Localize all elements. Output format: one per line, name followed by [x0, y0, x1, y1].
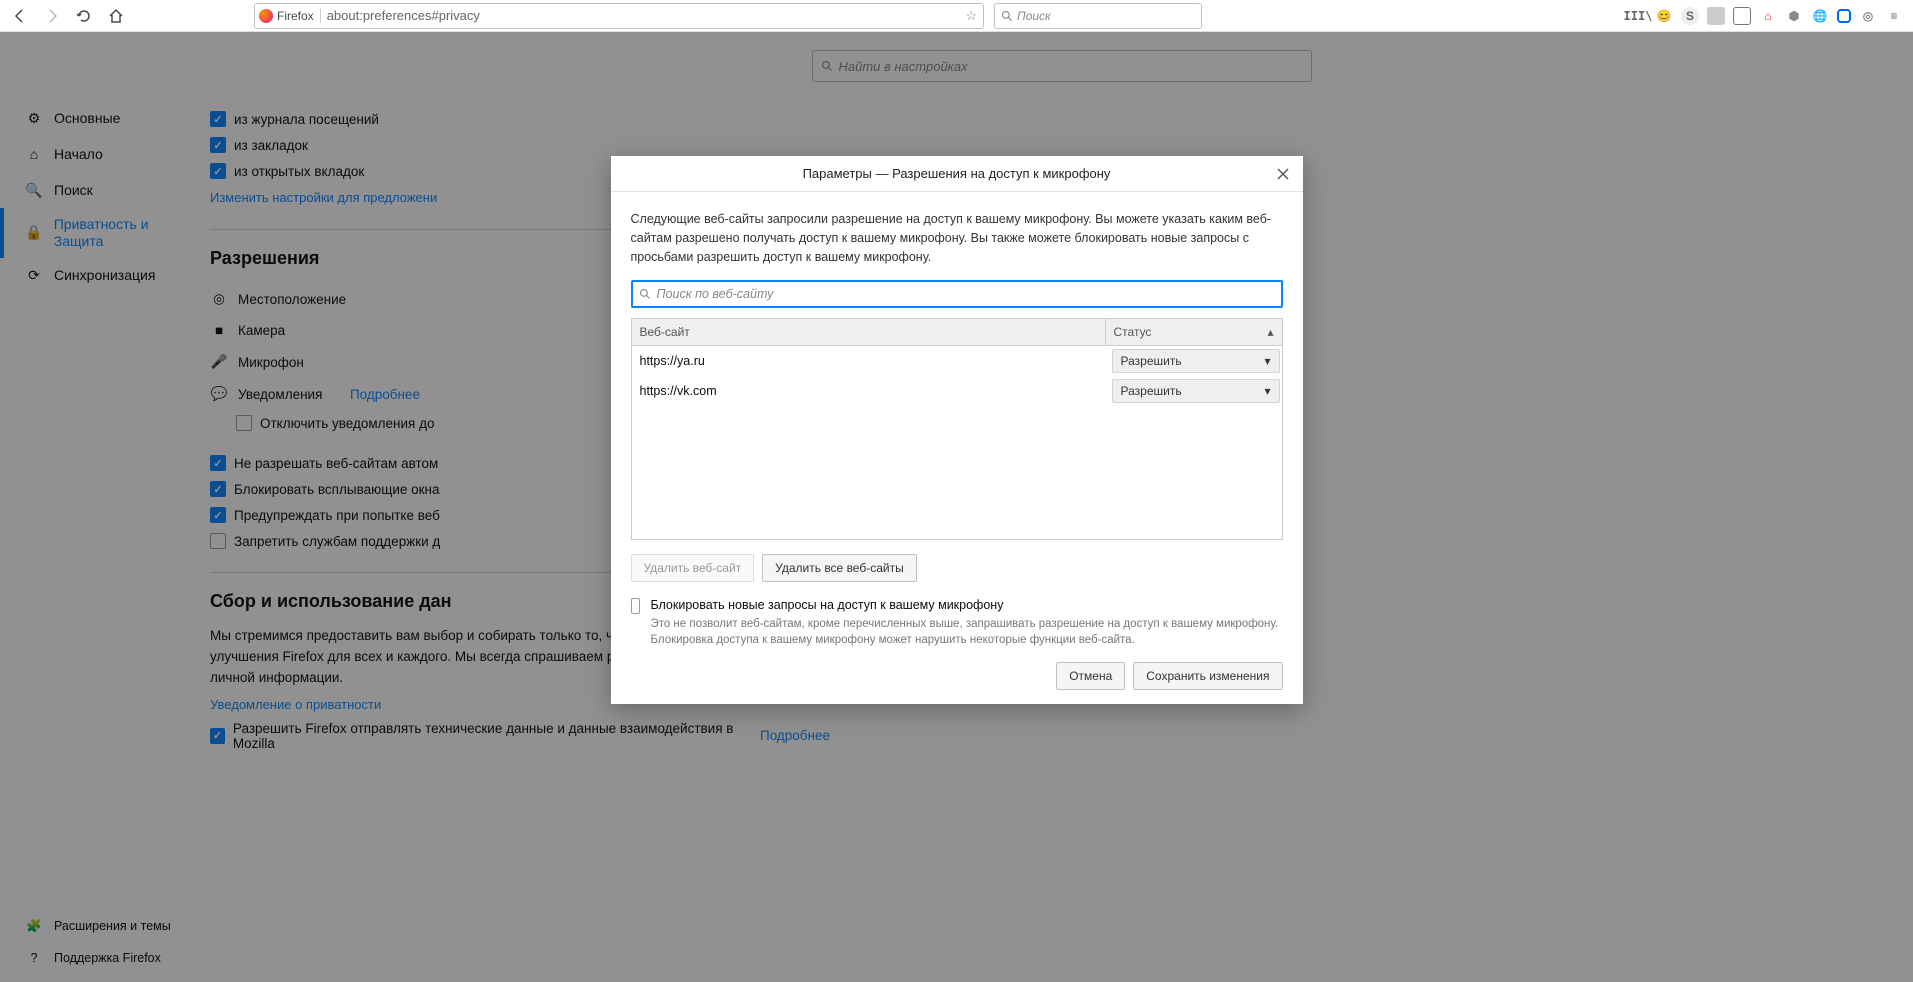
col-status[interactable]: Статус ▴: [1106, 319, 1282, 345]
block-new-desc: Это не позволит веб-сайтам, кроме перечи…: [650, 616, 1282, 648]
remove-all-sites-button[interactable]: Удалить все веб-сайты: [762, 554, 917, 582]
identity-label: Firefox: [277, 9, 314, 23]
site-search-input[interactable]: Поиск по веб-сайту: [631, 280, 1283, 308]
ext-icon-1[interactable]: 😊: [1655, 7, 1673, 25]
ext-icon-3[interactable]: [1707, 7, 1725, 25]
close-icon: [1277, 168, 1289, 180]
search-icon: [1001, 10, 1013, 22]
ext-icon-4[interactable]: ⌂: [1759, 7, 1777, 25]
ext-icon-6[interactable]: 🌐: [1811, 7, 1829, 25]
firefox-icon: [259, 9, 273, 23]
url-bar[interactable]: Firefox about:preferences#privacy ☆: [254, 3, 984, 29]
reload-button[interactable]: [70, 2, 98, 30]
dialog-title: Параметры — Разрешения на доступ к микро…: [803, 166, 1111, 181]
search-icon: [639, 288, 651, 300]
microphone-permissions-dialog: Параметры — Разрешения на доступ к микро…: [611, 156, 1303, 704]
status-value: Разрешить: [1121, 384, 1182, 398]
close-button[interactable]: [1271, 162, 1295, 186]
table-row[interactable]: https://ya.ru Разрешить ▾: [632, 346, 1282, 376]
col-status-label: Статус: [1114, 325, 1152, 339]
button-label: Удалить веб-сайт: [644, 561, 742, 575]
dialog-description: Следующие веб-сайты запросили разрешение…: [631, 210, 1283, 266]
col-site[interactable]: Веб-сайт: [632, 319, 1106, 345]
sidebar-icon[interactable]: [1733, 7, 1751, 25]
ext-icon-5[interactable]: ⬢: [1785, 7, 1803, 25]
permissions-table: Веб-сайт Статус ▴ https://ya.ru Разрешит…: [631, 318, 1283, 540]
forward-button[interactable]: [38, 2, 66, 30]
library-icon[interactable]: III\: [1629, 7, 1647, 25]
browser-toolbar: Firefox about:preferences#privacy ☆ Поис…: [0, 0, 1913, 32]
button-label: Отмена: [1069, 669, 1112, 683]
dialog-titlebar: Параметры — Разрешения на доступ к микро…: [611, 156, 1303, 192]
url-text: about:preferences#privacy: [321, 8, 480, 23]
hamburger-menu-icon[interactable]: ≡: [1885, 7, 1903, 25]
site-cell: https://vk.com: [632, 384, 1106, 398]
back-button[interactable]: [6, 2, 34, 30]
home-button[interactable]: [102, 2, 130, 30]
status-select[interactable]: Разрешить ▾: [1112, 349, 1280, 373]
site-identity[interactable]: Firefox: [259, 9, 321, 23]
chevron-down-icon: ▾: [1264, 384, 1270, 398]
chevron-down-icon: ▾: [1264, 354, 1270, 368]
status-value: Разрешить: [1121, 354, 1182, 368]
table-header: Веб-сайт Статус ▴: [632, 318, 1282, 346]
ext-icon-2[interactable]: S: [1681, 7, 1699, 25]
search-placeholder: Поиск по веб-сайту: [657, 287, 774, 301]
status-select[interactable]: Разрешить ▾: [1112, 379, 1280, 403]
block-new-requests-checkbox[interactable]: [631, 598, 641, 614]
save-button[interactable]: Сохранить изменения: [1133, 662, 1282, 690]
sort-asc-icon: ▴: [1267, 325, 1273, 339]
browser-search-box[interactable]: Поиск: [994, 3, 1202, 29]
remove-site-button: Удалить веб-сайт: [631, 554, 755, 582]
ext-icon-7[interactable]: [1837, 9, 1851, 23]
table-row[interactable]: https://vk.com Разрешить ▾: [632, 376, 1282, 406]
search-placeholder: Поиск: [1017, 9, 1051, 23]
site-cell: https://ya.ru: [632, 354, 1106, 368]
toolbar-extensions: III\ 😊 S ⌂ ⬢ 🌐 ◎ ≡: [1629, 7, 1907, 25]
ext-icon-8[interactable]: ◎: [1859, 7, 1877, 25]
bookmark-star-icon[interactable]: ☆: [965, 8, 977, 24]
button-label: Сохранить изменения: [1146, 669, 1269, 683]
button-label: Удалить все веб-сайты: [775, 561, 904, 575]
block-new-label: Блокировать новые запросы на доступ к ва…: [650, 598, 1282, 612]
cancel-button[interactable]: Отмена: [1056, 662, 1125, 690]
